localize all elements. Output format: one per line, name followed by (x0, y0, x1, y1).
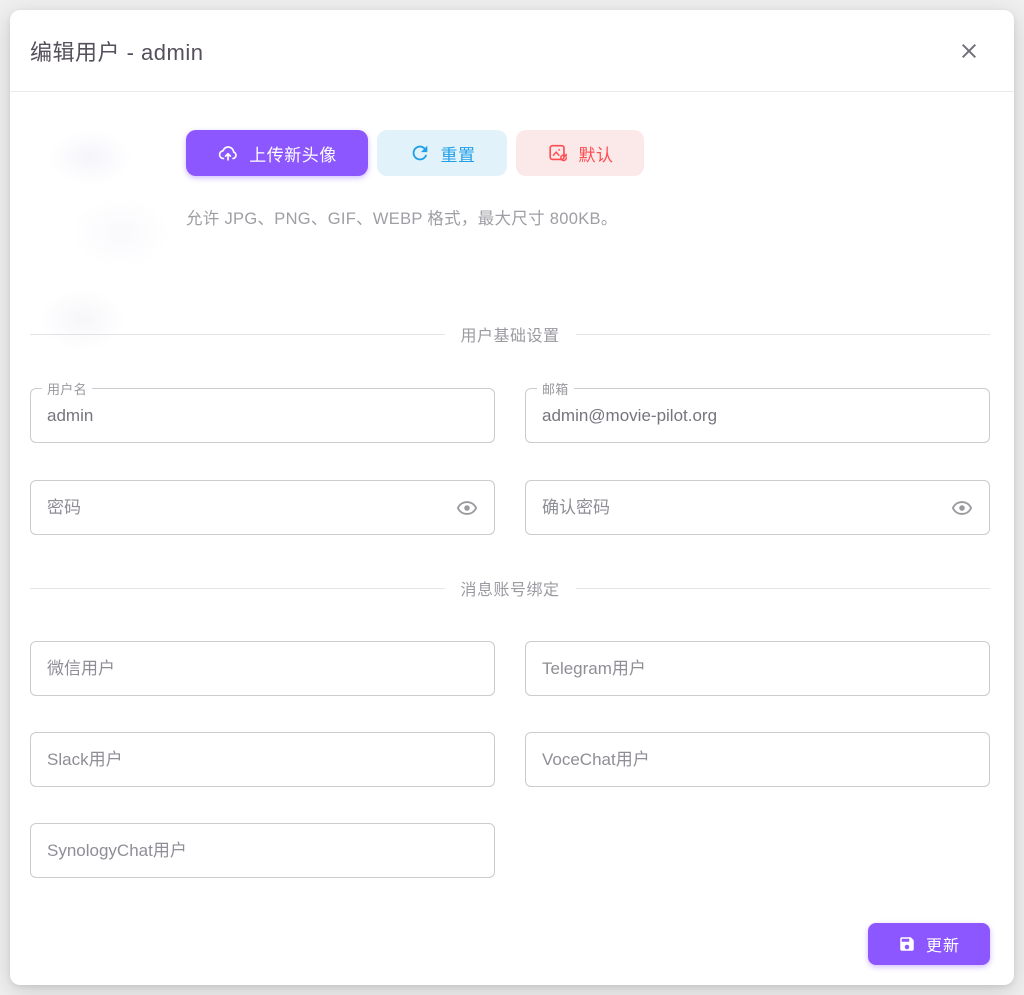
default-avatar-button[interactable]: 默认 (516, 130, 644, 176)
vocechat-field (525, 732, 990, 787)
password-input[interactable] (30, 480, 495, 535)
confirm-password-input[interactable] (525, 480, 990, 535)
wechat-input[interactable] (30, 641, 495, 696)
synologychat-input[interactable] (30, 823, 495, 878)
dialog-title: 编辑用户 - admin (30, 35, 203, 67)
dialog-body: 上传新头像 重置 (10, 92, 1014, 985)
close-button[interactable] (952, 34, 986, 68)
dialog-footer: 更新 (30, 923, 990, 965)
dialog-header: 编辑用户 - admin (10, 10, 1014, 92)
cloud-upload-icon (217, 142, 239, 164)
username-label: 用户名 (42, 379, 92, 398)
default-avatar-label: 默认 (579, 141, 614, 166)
password-field (30, 480, 495, 535)
refresh-icon (409, 142, 431, 164)
username-field: 用户名 (30, 388, 495, 443)
slack-field (30, 732, 495, 787)
section-title-basic: 用户基础设置 (461, 322, 560, 346)
confirm-password-visibility-toggle[interactable] (948, 494, 976, 522)
messaging-grid (30, 641, 990, 878)
wechat-field (30, 641, 495, 696)
telegram-input[interactable] (525, 641, 990, 696)
upload-avatar-label: 上传新头像 (249, 141, 337, 166)
section-divider-basic: 用户基础设置 (30, 322, 990, 346)
basic-settings-grid: 用户名 邮箱 (30, 388, 990, 535)
update-button-label: 更新 (926, 932, 960, 956)
image-sync-icon (547, 142, 569, 164)
reset-avatar-button[interactable]: 重置 (377, 130, 507, 176)
reset-avatar-label: 重置 (441, 141, 476, 166)
telegram-field (525, 641, 990, 696)
password-visibility-toggle[interactable] (453, 494, 481, 522)
email-field: 邮箱 (525, 388, 990, 443)
upload-avatar-button[interactable]: 上传新头像 (186, 130, 368, 176)
close-icon (957, 39, 981, 63)
section-divider-messaging: 消息账号绑定 (30, 576, 990, 600)
eye-outline-icon (951, 497, 973, 519)
save-icon (898, 935, 916, 953)
email-input[interactable] (525, 388, 990, 443)
email-label: 邮箱 (537, 379, 574, 398)
update-button[interactable]: 更新 (868, 923, 990, 965)
eye-outline-icon (456, 497, 478, 519)
username-input[interactable] (30, 388, 495, 443)
slack-input[interactable] (30, 732, 495, 787)
section-title-messaging: 消息账号绑定 (461, 576, 560, 600)
confirm-password-field (525, 480, 990, 535)
synologychat-field (30, 823, 495, 878)
avatar-actions: 上传新头像 重置 (186, 130, 990, 229)
avatar-hint-text: 允许 JPG、PNG、GIF、WEBP 格式，最大尺寸 800KB。 (186, 205, 990, 229)
vocechat-input[interactable] (525, 732, 990, 787)
edit-user-dialog: 编辑用户 - admin 上传新头像 (10, 10, 1014, 985)
